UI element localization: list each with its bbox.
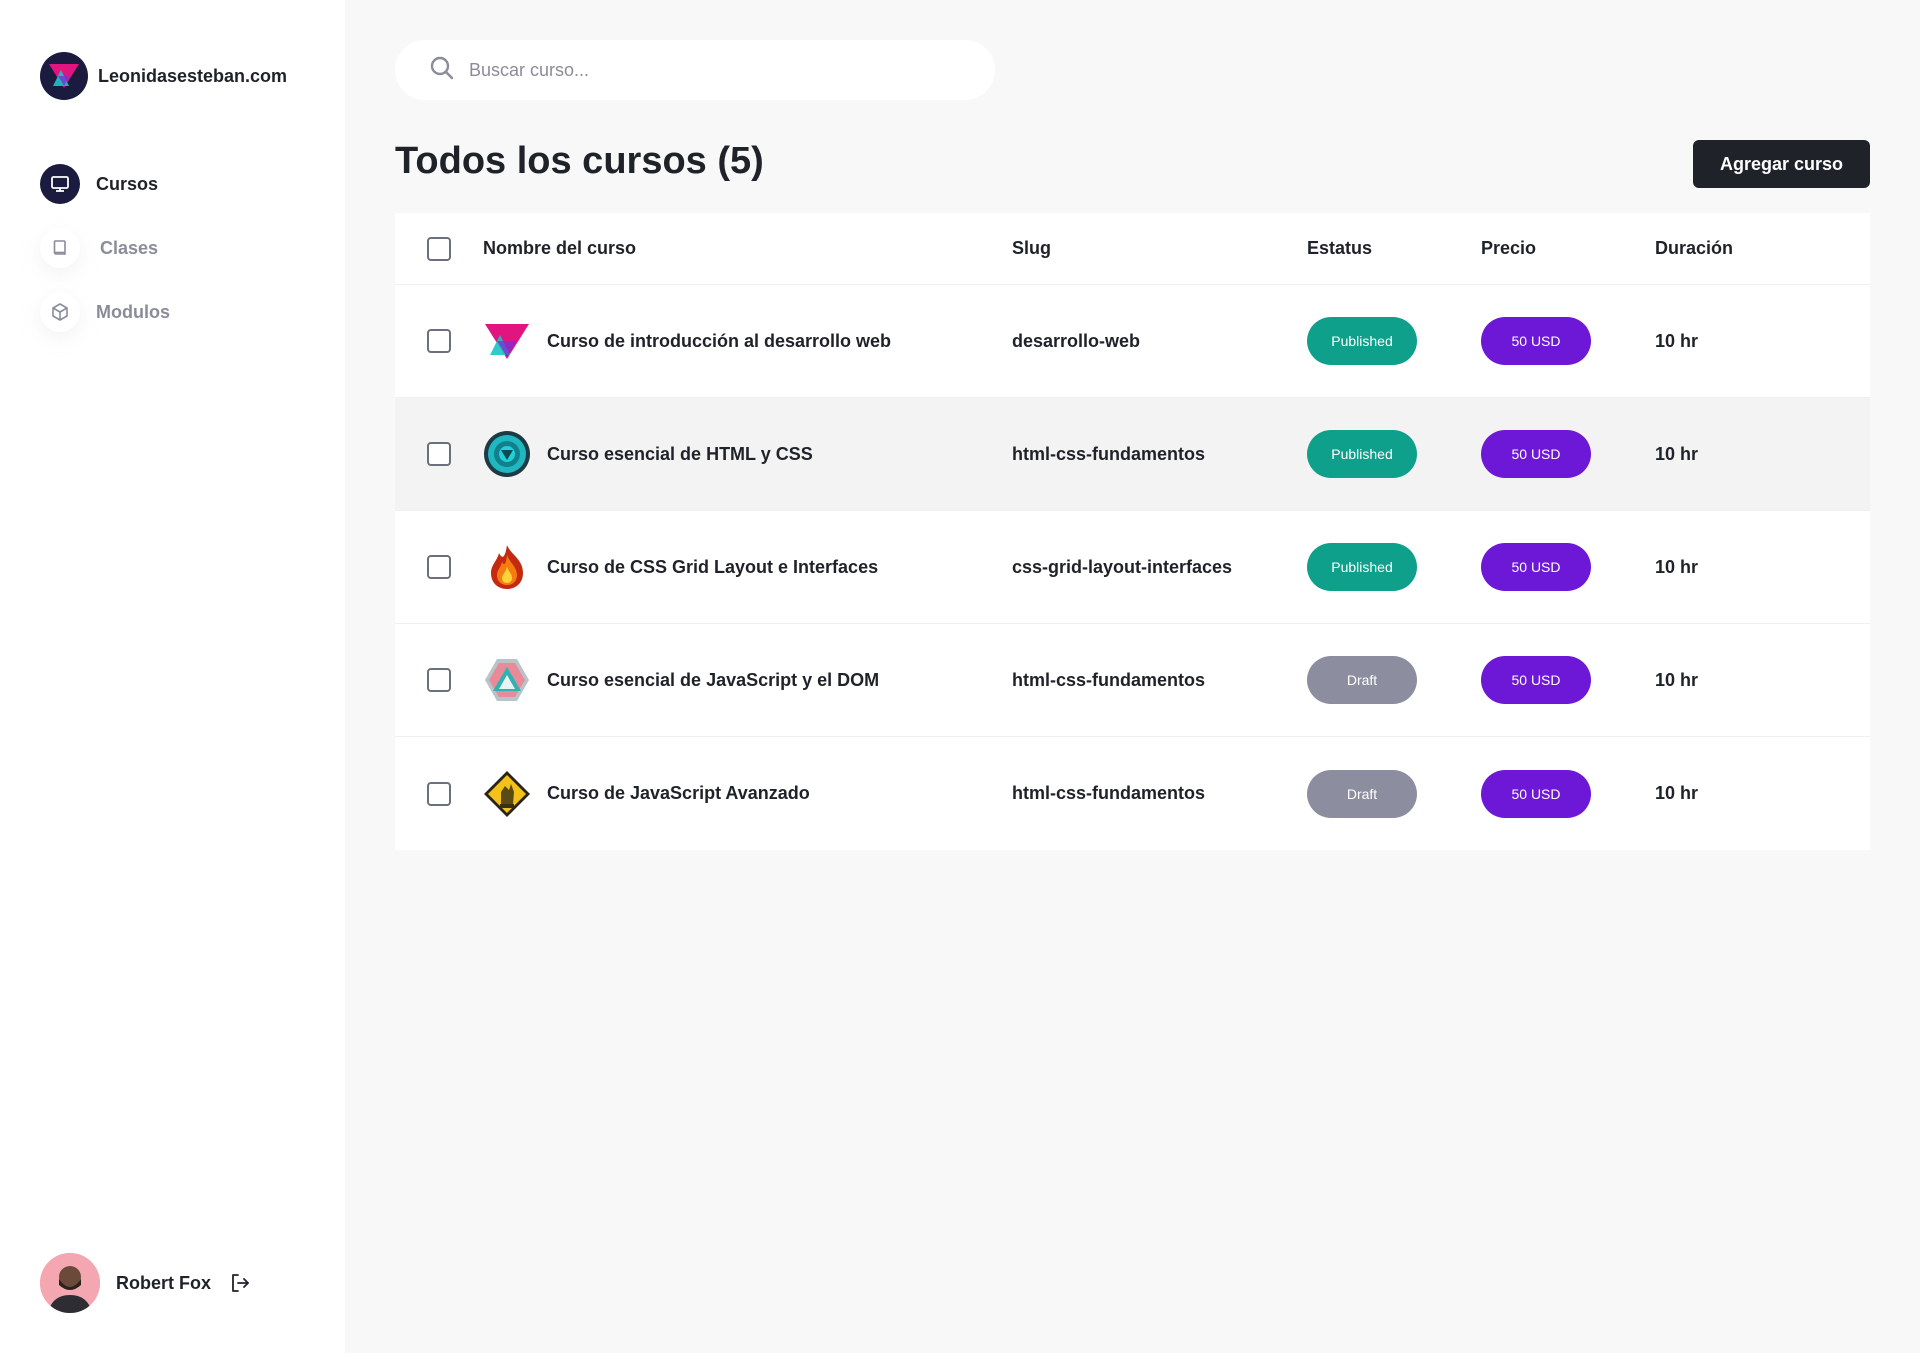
cube-icon bbox=[40, 292, 80, 332]
sidebar-item-modulos[interactable]: Modulos bbox=[40, 292, 170, 332]
book-icon bbox=[40, 228, 80, 268]
sidebar: Leonidasesteban.com Cursos Clases Modulo… bbox=[0, 0, 345, 1353]
search-icon bbox=[429, 55, 455, 86]
course-duration: 10 hr bbox=[1655, 669, 1699, 690]
price-badge: 50 USD bbox=[1481, 656, 1591, 704]
course-slug: css-grid-layout-interfaces bbox=[1012, 556, 1233, 577]
course-name[interactable]: Curso de JavaScript Avanzado bbox=[547, 783, 810, 804]
sidebar-item-label: Modulos bbox=[96, 301, 170, 322]
hexagon-badge-icon bbox=[483, 656, 531, 704]
column-header-price[interactable]: Precio bbox=[1481, 238, 1536, 259]
table-row[interactable]: Curso esencial de HTML y CSS html-css-fu… bbox=[395, 398, 1870, 511]
column-header-duration[interactable]: Duración bbox=[1655, 238, 1733, 259]
course-duration: 10 hr bbox=[1655, 330, 1699, 351]
logout-icon[interactable] bbox=[229, 1272, 251, 1294]
courses-table: Nombre del curso Slug Estatus Precio Dur… bbox=[395, 213, 1870, 850]
status-badge: Published bbox=[1307, 317, 1417, 365]
row-checkbox[interactable] bbox=[427, 329, 451, 353]
table-row[interactable]: Curso esencial de JavaScript y el DOM ht… bbox=[395, 624, 1870, 737]
brand-name: Leonidasesteban.com bbox=[98, 65, 288, 86]
select-all-checkbox[interactable] bbox=[427, 236, 451, 261]
course-duration: 10 hr bbox=[1655, 556, 1699, 577]
triangle-logo-icon bbox=[40, 52, 88, 100]
row-checkbox[interactable] bbox=[427, 555, 451, 579]
sidebar-item-clases[interactable]: Clases bbox=[40, 228, 170, 268]
sidebar-item-cursos[interactable]: Cursos bbox=[40, 164, 170, 204]
sidebar-item-label: Clases bbox=[100, 237, 159, 258]
user-name: Robert Fox bbox=[116, 1272, 212, 1293]
column-header-status[interactable]: Estatus bbox=[1307, 238, 1372, 259]
sidebar-item-label: Cursos bbox=[96, 173, 159, 194]
status-badge: Draft bbox=[1307, 656, 1417, 704]
table-header: Nombre del curso Slug Estatus Precio Dur… bbox=[395, 213, 1870, 285]
row-checkbox[interactable] bbox=[427, 668, 451, 692]
flame-badge-icon bbox=[483, 543, 531, 591]
gear-badge-icon bbox=[483, 430, 531, 478]
table-row[interactable]: Curso de JavaScript Avanzado html-css-fu… bbox=[395, 737, 1870, 850]
course-name[interactable]: Curso esencial de JavaScript y el DOM bbox=[547, 670, 879, 691]
add-course-button[interactable]: Agregar curso bbox=[1693, 140, 1870, 188]
status-badge: Draft bbox=[1307, 769, 1417, 818]
table-row[interactable]: Curso de CSS Grid Layout e Interfaces cs… bbox=[395, 511, 1870, 624]
row-checkbox[interactable] bbox=[427, 781, 451, 806]
page-title: Todos los cursos (5) bbox=[395, 140, 764, 182]
course-slug: html-css-fundamentos bbox=[1012, 443, 1206, 464]
status-badge: Published bbox=[1307, 430, 1417, 478]
status-badge: Published bbox=[1307, 543, 1417, 591]
avatar[interactable] bbox=[40, 1253, 100, 1313]
column-header-name[interactable]: Nombre del curso bbox=[483, 238, 636, 259]
course-duration: 10 hr bbox=[1655, 443, 1699, 464]
search-bar bbox=[395, 40, 995, 100]
triangle-badge-icon bbox=[483, 317, 531, 365]
course-name[interactable]: Curso esencial de HTML y CSS bbox=[547, 444, 813, 465]
course-name[interactable]: Curso de introducción al desarrollo web bbox=[547, 331, 891, 352]
price-badge: 50 USD bbox=[1481, 317, 1591, 365]
course-slug: desarrollo-web bbox=[1012, 330, 1141, 351]
price-badge: 50 USD bbox=[1481, 769, 1591, 818]
course-slug: html-css-fundamentos bbox=[1012, 783, 1206, 803]
price-badge: 50 USD bbox=[1481, 430, 1591, 478]
row-checkbox[interactable] bbox=[427, 442, 451, 466]
search-input[interactable] bbox=[469, 59, 949, 81]
table-row[interactable]: Curso de introducción al desarrollo web … bbox=[395, 285, 1870, 398]
sidebar-nav: Cursos Clases Modulos bbox=[40, 164, 170, 356]
column-header-slug[interactable]: Slug bbox=[1012, 238, 1051, 259]
diamond-badge-icon bbox=[483, 770, 531, 818]
brand[interactable]: Leonidasesteban.com bbox=[40, 52, 287, 100]
price-badge: 50 USD bbox=[1481, 543, 1591, 591]
monitor-icon bbox=[40, 164, 80, 204]
user-profile: Robert Fox bbox=[40, 1253, 251, 1313]
course-duration: 10 hr bbox=[1655, 783, 1699, 803]
course-slug: html-css-fundamentos bbox=[1012, 669, 1206, 690]
course-name[interactable]: Curso de CSS Grid Layout e Interfaces bbox=[547, 557, 878, 578]
